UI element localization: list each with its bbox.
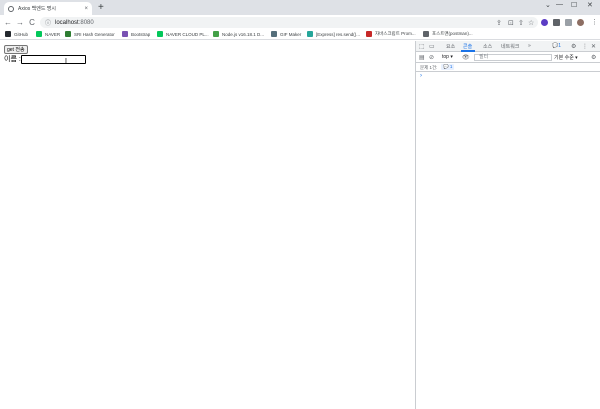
- globe-icon: [8, 5, 14, 12]
- naver-cloud-icon: [157, 31, 163, 37]
- blog-icon: [366, 31, 372, 37]
- bookmark-naver-cloud[interactable]: NAVER CLOUD PL...: [157, 31, 209, 37]
- bookmark-star-icon[interactable]: ☆: [528, 19, 534, 27]
- text-cursor-icon: I: [65, 58, 67, 65]
- name-label: 이름 :: [4, 56, 21, 63]
- tab-search-icon[interactable]: ⌄: [545, 1, 551, 9]
- extension-icon[interactable]: [541, 19, 548, 26]
- bookmarks-bar: GitHub NAVER SRI Hash Generator Bootstra…: [0, 30, 600, 40]
- translate-icon[interactable]: ⊡: [508, 19, 514, 27]
- devtools-panel: ⬚ ▭ 요소 콘솔 소스 네트워크 » 💬1 ⚙ ⋮ ✕ ▤ ⊘ top ▾ 👁…: [415, 41, 600, 409]
- close-devtools-icon[interactable]: ✕: [591, 43, 596, 50]
- shield-icon: [65, 31, 71, 37]
- naver-icon: [36, 31, 42, 37]
- bookmark-sri-hash[interactable]: SRI Hash Generator: [65, 31, 115, 37]
- inspect-icon[interactable]: ⬚: [419, 43, 425, 50]
- console-settings-icon[interactable]: ⚙: [591, 54, 596, 61]
- clear-console-icon[interactable]: ⊘: [429, 54, 434, 61]
- live-expression-eye-icon[interactable]: 👁: [462, 54, 470, 61]
- close-window-button[interactable]: ✕: [587, 1, 593, 9]
- device-toggle-icon[interactable]: ▭: [429, 43, 435, 50]
- gif-maker-icon: [271, 31, 277, 37]
- console-filter-bar: ▤ ⊘ top ▾ 👁 필터 기본 수준 ▾ ⚙: [416, 52, 600, 63]
- log-level-select[interactable]: 기본 수준 ▾: [554, 54, 578, 61]
- get-send-button[interactable]: get 전송: [4, 45, 28, 54]
- express-icon: [307, 31, 313, 37]
- bootstrap-icon: [122, 31, 128, 37]
- devtools-menu-icon[interactable]: ⋮: [582, 43, 588, 50]
- minimize-button[interactable]: —: [556, 1, 563, 8]
- bookmark-gif-maker[interactable]: GIF Maker: [271, 31, 301, 37]
- document-icon: [423, 31, 429, 37]
- browser-tab[interactable]: Axios 백엔드 명시 ×: [4, 2, 92, 15]
- maximize-button[interactable]: ☐: [571, 1, 577, 9]
- bookmark-github[interactable]: GitHub: [5, 31, 28, 37]
- tab-sources[interactable]: 소스: [483, 43, 492, 50]
- url-port: :8080: [78, 19, 94, 26]
- url-host: localhost: [55, 19, 79, 26]
- bookmark-naver[interactable]: NAVER: [36, 31, 60, 37]
- address-bar[interactable]: ⓘ localhost :8080 ⇪ ⊡ ⇧ ☆: [40, 17, 538, 28]
- back-button[interactable]: ←: [2, 18, 14, 27]
- more-tabs-icon[interactable]: »: [528, 43, 531, 49]
- message-count-badge[interactable]: 💬1: [552, 43, 561, 49]
- menu-icon[interactable]: ⋮: [591, 18, 598, 26]
- reload-button[interactable]: C: [26, 18, 38, 27]
- github-icon: [5, 31, 11, 37]
- bookmark-express[interactable]: [Express] res.send()...: [307, 31, 360, 37]
- forward-button[interactable]: →: [14, 18, 26, 27]
- context-selector[interactable]: top ▾: [442, 54, 453, 60]
- sidebar-icon[interactable]: [565, 19, 572, 26]
- share-icon[interactable]: ⇪: [496, 19, 502, 27]
- issues-bar: 문제 1건: 💬 1: [416, 63, 600, 72]
- name-input[interactable]: [21, 55, 86, 64]
- share-page-icon[interactable]: ⇧: [518, 19, 524, 27]
- bookmark-bootstrap[interactable]: Bootstrap: [122, 31, 150, 37]
- page-viewport: get 전송 이름 : I: [0, 41, 415, 409]
- bookmark-js-promise[interactable]: 자바스크립트 Prom...: [366, 31, 416, 37]
- bookmark-nodejs[interactable]: Node.js v16.18.1 D...: [213, 31, 264, 37]
- devtools-tabbar: ⬚ ▭ 요소 콘솔 소스 네트워크 » 💬1 ⚙ ⋮ ✕: [416, 41, 600, 52]
- settings-gear-icon[interactable]: ⚙: [571, 43, 576, 50]
- tab-elements[interactable]: 요소: [446, 43, 455, 50]
- console-filter-input[interactable]: 필터: [474, 54, 552, 61]
- issues-label: 문제 1건:: [420, 65, 438, 70]
- tab-network[interactable]: 네트워크: [501, 43, 519, 50]
- sidebar-toggle-icon[interactable]: ▤: [419, 54, 425, 61]
- tab-title: Axios 백엔드 명시: [18, 6, 57, 12]
- new-tab-button[interactable]: +: [98, 2, 104, 13]
- tab-strip: Axios 백엔드 명시 × + ⌄ — ☐ ✕: [0, 0, 600, 15]
- issues-count-badge[interactable]: 💬 1: [441, 64, 455, 70]
- bookmark-postman[interactable]: 포스트맨(postman)...: [423, 31, 473, 37]
- browser-toolbar: ← → C ⓘ localhost :8080 ⇪ ⊡ ⇧ ☆ ⋮: [0, 15, 600, 30]
- extensions-puzzle-icon[interactable]: [553, 19, 560, 26]
- close-tab-icon[interactable]: ×: [84, 6, 88, 12]
- nodejs-icon: [213, 31, 219, 37]
- site-info-icon[interactable]: ⓘ: [45, 18, 51, 27]
- avatar[interactable]: [577, 19, 584, 26]
- console-prompt[interactable]: ›: [420, 73, 422, 79]
- tab-console[interactable]: 콘솔: [463, 43, 472, 50]
